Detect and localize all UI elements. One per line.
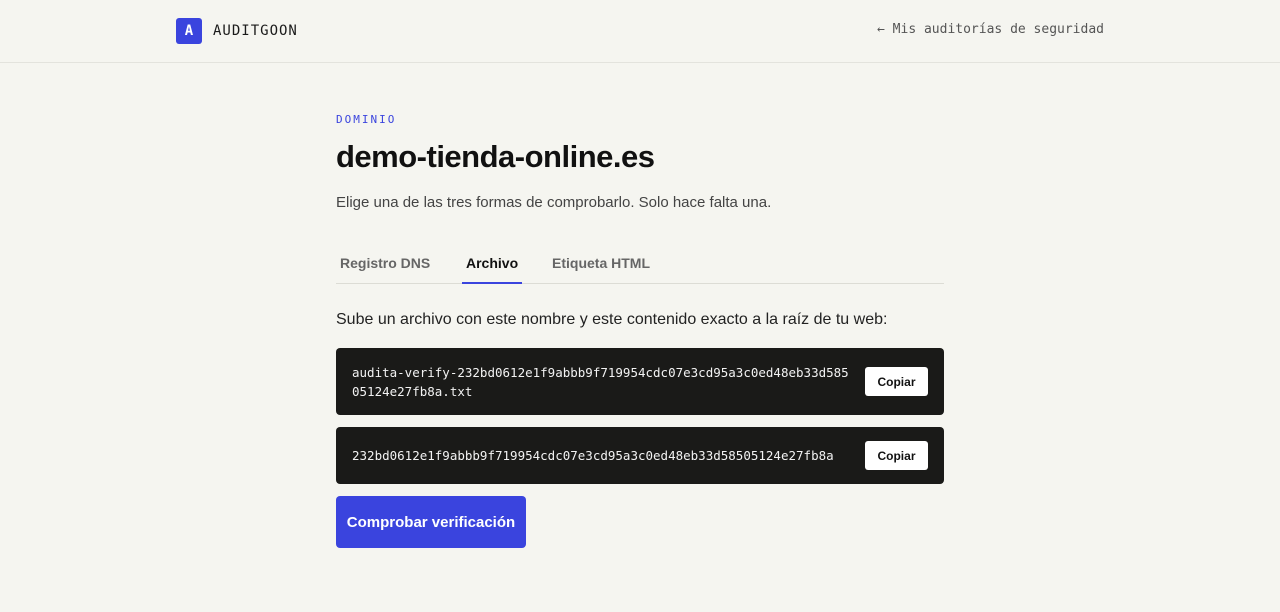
brand[interactable]: A AUDITGOON (176, 18, 298, 44)
copy-content-button[interactable]: Copiar (865, 441, 928, 470)
top-bar: A AUDITGOON ← Mis auditorías de segurida… (0, 0, 1280, 63)
brand-logo-icon: A (176, 18, 202, 44)
content-code: 232bd0612e1f9abbb9f719954cdc07e3cd95a3c0… (352, 448, 834, 463)
brand-name: AUDITGOON (213, 23, 298, 39)
section-eyebrow: DOMINIO (336, 113, 397, 126)
back-to-audits-link[interactable]: ← Mis auditorías de seguridad (877, 22, 1104, 37)
tab-file[interactable]: Archivo (462, 246, 523, 284)
verification-method-tabs: Registro DNS Archivo Etiqueta HTML (336, 246, 944, 284)
tab-dns-record[interactable]: Registro DNS (336, 246, 434, 284)
filename-code-box: audita-verify-232bd0612e1f9abbb9f719954c… (336, 348, 944, 415)
filename-code: audita-verify-232bd0612e1f9abbb9f719954c… (352, 364, 849, 399)
copy-filename-button[interactable]: Copiar (865, 367, 928, 396)
page-subtitle: Elige una de las tres formas de comproba… (336, 194, 772, 211)
file-instructions: Sube un archivo con este nombre y este c… (336, 311, 888, 328)
tab-html-tag[interactable]: Etiqueta HTML (548, 246, 654, 284)
page-title: demo-tienda-online.es (336, 139, 655, 174)
content-code-box: 232bd0612e1f9abbb9f719954cdc07e3cd95a3c0… (336, 427, 944, 484)
check-verification-button[interactable]: Comprobar verificación (336, 496, 526, 548)
